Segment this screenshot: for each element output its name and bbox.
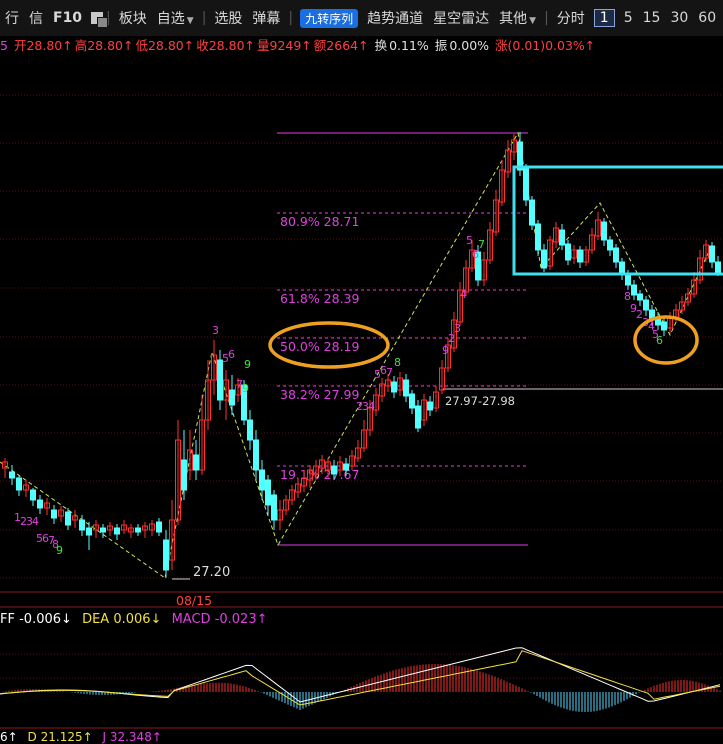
macd-legend: FF -0.006↓ DEA 0.006↓ MACD -0.023↑ (0, 608, 268, 632)
candle-body (637, 293, 643, 301)
kdj-k-label: 6↑ (0, 730, 18, 744)
candle-body (217, 359, 223, 401)
candle-body (100, 527, 106, 533)
td-count: 9 (56, 544, 63, 557)
candle-body (523, 167, 529, 201)
candle-body (30, 489, 36, 501)
macd-diff-label: FF (0, 612, 15, 627)
candle-body (559, 229, 565, 246)
candle-body (65, 511, 71, 526)
date-label: 08/15 (176, 593, 212, 608)
range-label: 27.97-27.98 (445, 394, 515, 408)
candle-body (565, 243, 571, 261)
candle-body (79, 519, 85, 531)
candle-body (247, 419, 253, 441)
candle-body (163, 539, 169, 571)
candle-body (529, 199, 535, 226)
td-count: 9 (242, 382, 249, 395)
candle-body (271, 494, 277, 521)
fib-label: 50.0% 28.19 (280, 339, 360, 354)
candle-body (193, 454, 199, 471)
candle-body (343, 463, 349, 471)
td-count: 3 (212, 324, 219, 337)
candle-body (631, 284, 637, 296)
td-count: 5 (466, 234, 473, 247)
candle-body (541, 249, 547, 269)
td-count: 4 (368, 400, 375, 413)
candle-body (114, 527, 120, 535)
td-count: 6 (228, 348, 235, 361)
candle-body (331, 465, 337, 475)
kdj-d-value: 21.125↑ (40, 730, 93, 744)
candle-body (181, 459, 187, 491)
candle-body (415, 405, 421, 429)
candle-body (661, 321, 667, 331)
candle-body (643, 299, 649, 311)
low-label: 27.20 (193, 565, 230, 580)
zigzag-trend-line (0, 131, 713, 579)
candle-body (156, 521, 162, 533)
candle-body (535, 223, 541, 251)
td-count: 4 (460, 288, 467, 301)
candle-body (253, 439, 259, 471)
candle-body (259, 469, 265, 491)
candle-body (625, 274, 631, 286)
candle-body (409, 393, 415, 409)
macd-macd-value: -0.023↑ (214, 612, 268, 627)
kdj-legend: 6↑ D 21.125↑ J 32.348↑ (0, 730, 162, 744)
td-count: 6 (656, 334, 663, 347)
candle-body (265, 479, 271, 506)
candle-body (613, 247, 619, 263)
candle-body (427, 401, 433, 411)
candle-body (86, 527, 92, 536)
td-count: 7 (478, 238, 485, 251)
kdj-d-label: D (27, 730, 37, 744)
candle-body (135, 527, 141, 533)
macd-dea-value: 0.006↓ (113, 612, 162, 627)
candle-body (16, 477, 22, 491)
candle-body (51, 509, 57, 519)
candle-body (37, 499, 43, 509)
fib-label: 38.2% 27.99 (280, 387, 360, 402)
macd-macd-label: MACD (171, 612, 211, 627)
candle-body (9, 471, 15, 479)
candle-body (709, 245, 715, 263)
candle-body (403, 379, 409, 397)
macd-diff-value: -0.006↓ (19, 612, 72, 627)
fib-label: 80.9% 28.71 (280, 214, 359, 229)
fib-label: 61.8% 28.39 (280, 291, 360, 306)
candle-body (607, 239, 613, 251)
td-count: 4 (32, 515, 39, 528)
candle-body (577, 249, 583, 263)
td-count: 3 (454, 322, 461, 335)
kdj-j-value: J 32.348↑ (102, 730, 162, 744)
td-count: 9 (244, 358, 251, 371)
candle-body (715, 261, 721, 273)
td-count: 9 (442, 344, 449, 357)
candle-body (391, 381, 397, 393)
macd-dea-label: DEA (82, 612, 110, 627)
td-count: 7 (386, 366, 393, 379)
td-count: 8 (394, 356, 401, 369)
candle-body (601, 221, 607, 241)
candle-body (229, 389, 235, 406)
